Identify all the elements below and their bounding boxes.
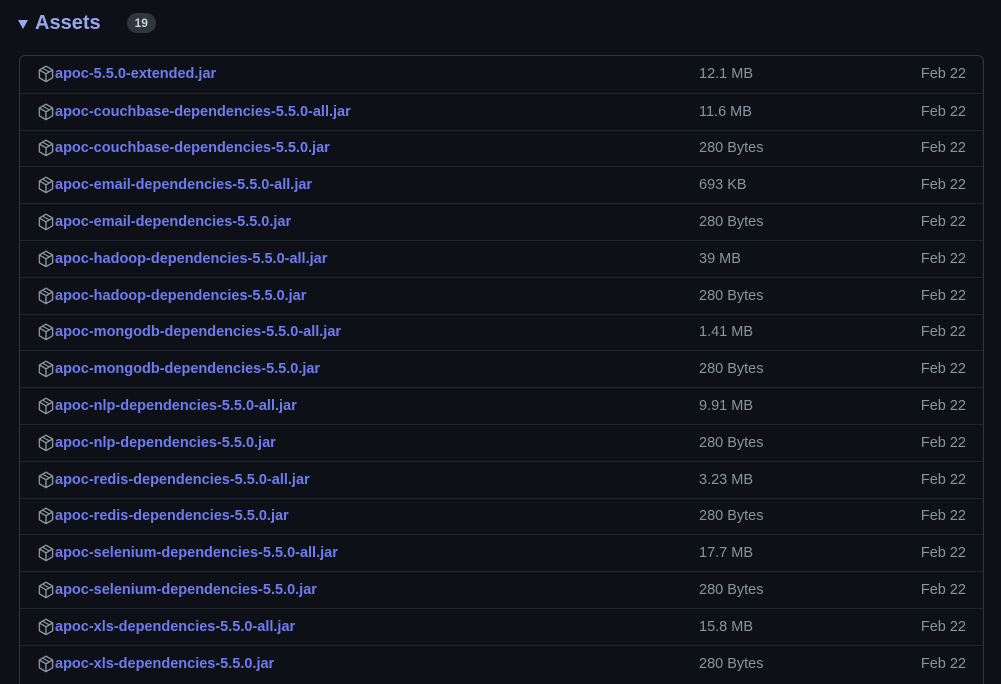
asset-size: 280 Bytes	[699, 508, 764, 525]
asset-size: 280 Bytes	[699, 140, 764, 157]
asset-size: 9.91 MB	[699, 398, 753, 415]
asset-download-link[interactable]: apoc-redis-dependencies-5.5.0-all.jar	[55, 472, 310, 488]
asset-download-link[interactable]: apoc-mongodb-dependencies-5.5.0.jar	[55, 361, 320, 377]
asset-row: apoc-redis-dependencies-5.5.0.jar 280 By…	[20, 497, 983, 535]
asset-download-link[interactable]: apoc-nlp-dependencies-5.5.0.jar	[55, 435, 276, 451]
package-icon	[38, 213, 54, 231]
asset-row: apoc-selenium-dependencies-5.5.0.jar 280…	[20, 571, 983, 608]
package-icon	[38, 544, 54, 562]
asset-date: Feb 22	[920, 545, 966, 562]
asset-size: 280 Bytes	[699, 655, 764, 672]
asset-download-link[interactable]: apoc-email-dependencies-5.5.0.jar	[55, 214, 291, 230]
package-icon	[38, 323, 54, 341]
asset-date: Feb 22	[920, 324, 966, 341]
caret-down-icon[interactable]	[18, 19, 28, 29]
asset-size: 280 Bytes	[699, 434, 764, 451]
package-icon	[38, 434, 54, 452]
asset-download-link[interactable]: apoc-xls-dependencies-5.5.0.jar	[55, 656, 274, 672]
asset-date: Feb 22	[920, 508, 966, 525]
package-icon	[38, 360, 54, 378]
assets-title: Assets	[35, 11, 101, 34]
asset-download-link[interactable]: apoc-couchbase-dependencies-5.5.0.jar	[55, 140, 330, 156]
asset-date: Feb 22	[920, 434, 966, 451]
package-icon	[38, 176, 54, 194]
asset-size: 280 Bytes	[699, 214, 764, 231]
asset-row: apoc-nlp-dependencies-5.5.0-all.jar 9.91…	[20, 387, 983, 424]
asset-row: apoc-email-dependencies-5.5.0.jar 280 By…	[20, 203, 983, 240]
package-icon	[38, 103, 54, 120]
asset-date: Feb 22	[920, 250, 966, 267]
asset-row: apoc-mongodb-dependencies-5.5.0.jar 280 …	[20, 350, 983, 387]
asset-download-link[interactable]: apoc-hadoop-dependencies-5.5.0-all.jar	[55, 251, 327, 267]
asset-row: apoc-selenium-dependencies-5.5.0-all.jar…	[20, 534, 983, 571]
asset-row: apoc-redis-dependencies-5.5.0-all.jar 3.…	[20, 460, 983, 498]
package-icon	[38, 581, 54, 599]
asset-size: 1.41 MB	[699, 324, 753, 341]
asset-row: apoc-hadoop-dependencies-5.5.0.jar 280 B…	[20, 276, 983, 314]
asset-row: apoc-hadoop-dependencies-5.5.0-all.jar 3…	[20, 239, 983, 277]
asset-date: Feb 22	[920, 655, 966, 672]
assets-toggle[interactable]: Assets 19	[18, 8, 156, 38]
asset-download-link[interactable]: apoc-couchbase-dependencies-5.5.0-all.ja…	[55, 104, 351, 120]
asset-size: 693 KB	[699, 177, 747, 194]
asset-download-link[interactable]: apoc-selenium-dependencies-5.5.0.jar	[55, 582, 317, 598]
package-icon	[38, 618, 54, 636]
asset-size: 15.8 MB	[699, 618, 753, 635]
asset-size: 3.23 MB	[699, 471, 753, 488]
asset-download-link[interactable]: apoc-mongodb-dependencies-5.5.0-all.jar	[55, 324, 341, 340]
asset-size: 280 Bytes	[699, 361, 764, 378]
asset-date: Feb 22	[920, 287, 966, 304]
package-icon	[38, 65, 54, 83]
asset-row: apoc-email-dependencies-5.5.0-all.jar 69…	[20, 166, 983, 203]
asset-date: Feb 22	[920, 398, 966, 415]
asset-row: apoc-5.5.0-extended.jar 12.1 MB Feb 22	[20, 56, 983, 93]
package-icon	[38, 139, 54, 157]
asset-download-link[interactable]: apoc-selenium-dependencies-5.5.0-all.jar	[55, 545, 338, 561]
asset-download-link[interactable]: apoc-xls-dependencies-5.5.0-all.jar	[55, 619, 295, 635]
asset-size: 12.1 MB	[699, 66, 753, 83]
package-icon	[38, 471, 54, 488]
asset-size: 17.7 MB	[699, 545, 753, 562]
asset-size: 11.6 MB	[699, 103, 752, 120]
asset-size: 39 MB	[699, 250, 741, 267]
asset-row: apoc-couchbase-dependencies-5.5.0.jar 28…	[20, 129, 983, 167]
asset-date: Feb 22	[920, 214, 966, 231]
asset-row: apoc-xls-dependencies-5.5.0.jar 280 Byte…	[20, 644, 983, 682]
asset-date: Feb 22	[920, 471, 966, 488]
release-assets-page: Assets 19 apoc-5.5.0-extended.jar 12.1 M…	[0, 0, 1001, 684]
asset-date: Feb 22	[920, 66, 966, 83]
asset-row: apoc-couchbase-dependencies-5.5.0-all.ja…	[20, 92, 983, 130]
asset-download-link[interactable]: apoc-5.5.0-extended.jar	[55, 66, 216, 82]
assets-count-badge: 19	[126, 13, 156, 33]
asset-row: apoc-mongodb-dependencies-5.5.0-all.jar …	[20, 313, 983, 351]
asset-size: 280 Bytes	[699, 582, 764, 599]
assets-list: apoc-5.5.0-extended.jar 12.1 MB Feb 22 a…	[19, 55, 984, 684]
asset-date: Feb 22	[920, 177, 966, 194]
asset-date: Feb 22	[920, 103, 966, 120]
package-icon	[38, 250, 54, 268]
asset-size: 280 Bytes	[699, 287, 764, 304]
package-icon	[38, 397, 54, 415]
package-icon	[38, 507, 54, 525]
package-icon	[38, 287, 54, 304]
package-icon	[38, 655, 54, 672]
asset-row: apoc-xls-dependencies-5.5.0-all.jar 15.8…	[20, 607, 983, 645]
asset-download-link[interactable]: apoc-redis-dependencies-5.5.0.jar	[55, 508, 289, 524]
asset-date: Feb 22	[920, 361, 966, 378]
asset-date: Feb 22	[920, 140, 966, 157]
asset-date: Feb 22	[920, 582, 966, 599]
asset-download-link[interactable]: apoc-nlp-dependencies-5.5.0-all.jar	[55, 398, 297, 414]
asset-download-link[interactable]: apoc-hadoop-dependencies-5.5.0.jar	[55, 288, 306, 304]
asset-row: apoc-nlp-dependencies-5.5.0.jar 280 Byte…	[20, 423, 983, 461]
asset-download-link[interactable]: apoc-email-dependencies-5.5.0-all.jar	[55, 177, 312, 193]
asset-date: Feb 22	[920, 618, 966, 635]
